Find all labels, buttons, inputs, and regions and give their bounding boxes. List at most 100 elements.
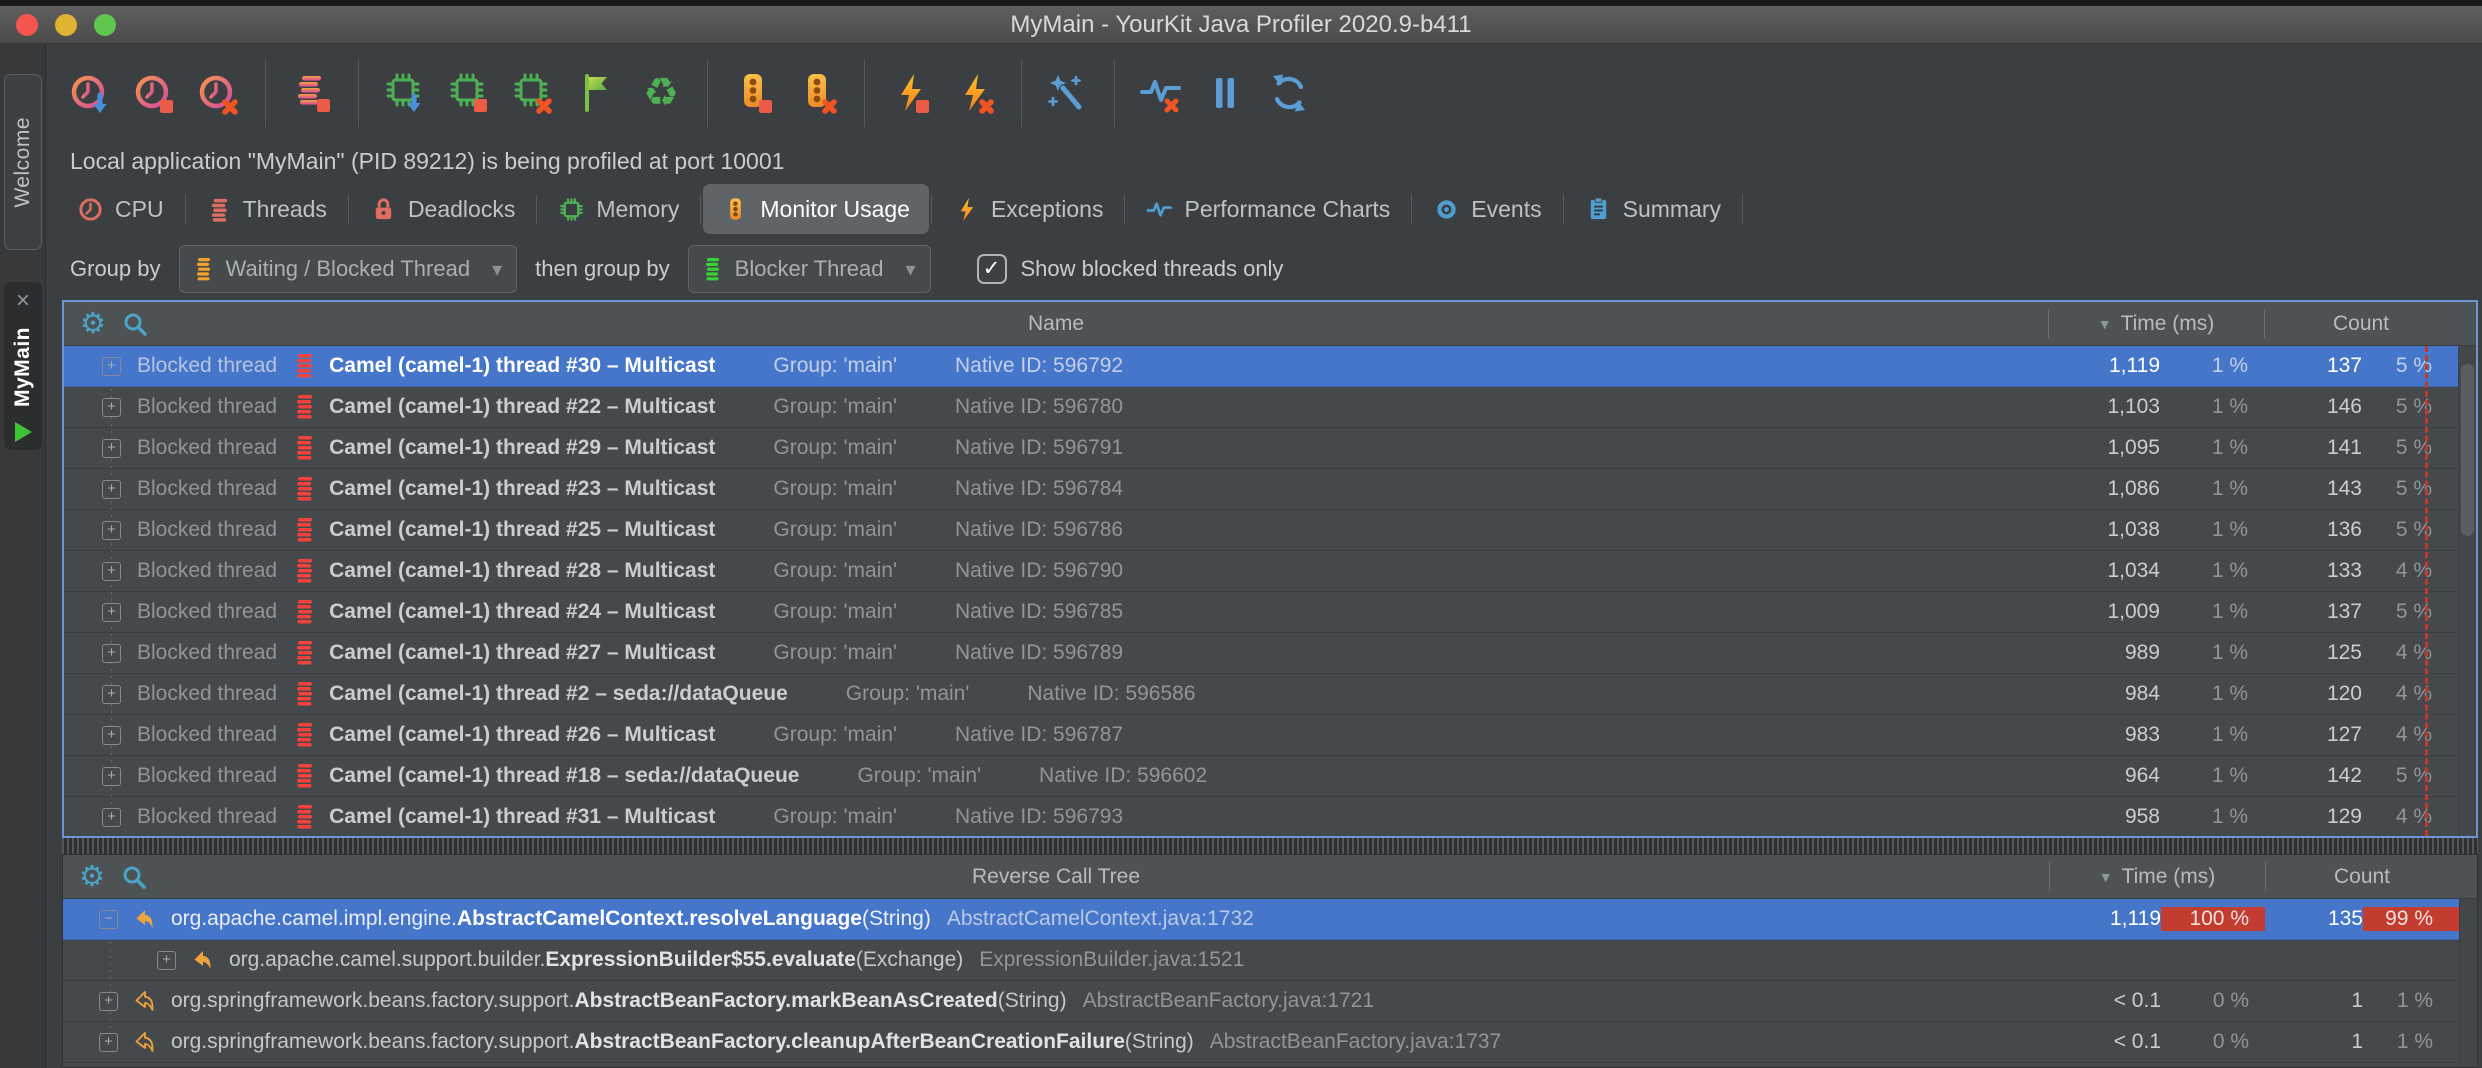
table-row[interactable]: Blocked thread Camel (camel-1) thread #3… [64,346,2458,387]
method-package: org.springframework.beans.factory.suppor… [171,989,574,1013]
expand-icon[interactable] [102,808,121,827]
stop-cpu-profiling-icon[interactable] [128,63,182,123]
expand-icon[interactable] [102,767,121,786]
table-row[interactable]: Blocked thread Camel (camel-1) thread #2… [64,469,2458,510]
start-allocation-recording-icon[interactable] [378,63,432,123]
tab-threads[interactable]: Threads [188,184,346,234]
zoom-button[interactable] [94,14,116,36]
session-sidebar: Welcome × MyMain [0,44,46,1068]
time-value: 989 [2048,641,2160,665]
tab-performance-charts[interactable]: Performance Charts [1127,184,1409,234]
expand-icon[interactable] [102,439,121,458]
stop-allocation-recording-icon[interactable] [442,63,496,123]
group-by-dropdown[interactable]: Waiting / Blocked Thread [179,245,518,293]
count-value: 136 [2264,518,2362,542]
pause-icon[interactable] [1198,63,1252,123]
vertical-scrollbar[interactable] [2459,899,2477,1067]
table-row[interactable]: Blocked thread Camel (camel-1) thread #2… [64,592,2458,633]
close-session-icon[interactable]: × [16,290,30,312]
clear-exception-results-icon[interactable] [948,63,1002,123]
vertical-scrollbar[interactable] [2458,346,2476,836]
table-row[interactable]: Blocked thread Camel (camel-1) thread #2… [64,715,2458,756]
call-tree-row[interactable]: org.springframework.beans.factory.suppor… [63,981,2459,1022]
search-icon[interactable] [121,864,147,890]
expand-icon[interactable] [102,398,121,417]
table-settings-gear-icon[interactable] [79,862,105,892]
panel-splitter[interactable] [62,838,2478,854]
sidebar-tab-mymain[interactable]: × MyMain [4,282,42,450]
expand-icon[interactable] [99,910,118,929]
expand-icon[interactable] [102,480,121,499]
stop-monitor-profiling-icon[interactable] [727,63,781,123]
call-tree-header[interactable]: Reverse Call Tree Time (ms) Count [63,855,2477,899]
sidebar-tab-welcome[interactable]: Welcome [4,74,42,250]
tab-deadlocks[interactable]: Deadlocks [351,184,534,234]
table-settings-gear-icon[interactable] [80,309,106,339]
stop-exception-profiling-icon[interactable] [884,63,938,123]
expand-icon[interactable] [99,992,118,1011]
table-row[interactable]: Blocked thread Camel (camel-1) thread #2… [64,551,2458,592]
minimize-button[interactable] [55,14,77,36]
expand-icon[interactable] [157,951,176,970]
threads-table-header[interactable]: Name Time (ms) Count [64,302,2476,346]
clear-cpu-results-icon[interactable] [192,63,246,123]
tab-events[interactable]: Events [1414,184,1560,234]
table-row[interactable]: Blocked thread Camel (camel-1) thread #2… [64,387,2458,428]
expand-icon[interactable] [102,521,121,540]
row-kind-label: Blocked thread [137,682,277,706]
search-icon[interactable] [122,311,148,337]
column-header-count[interactable]: Count [2265,855,2459,898]
monitor-traffic-light-icon [722,196,749,223]
row-kind-label: Blocked thread [137,395,277,419]
then-group-by-dropdown[interactable]: Blocker Thread [688,245,931,293]
expand-icon[interactable] [99,1033,118,1052]
table-row[interactable]: Blocked thread Camel (camel-1) thread #2… [64,428,2458,469]
refresh-icon[interactable] [1262,63,1316,123]
column-header-count[interactable]: Count [2264,302,2458,345]
tab-memory[interactable]: Memory [539,184,698,234]
inspections-wand-icon[interactable] [1041,63,1095,123]
thread-native-id: Native ID: 596791 [955,436,1123,460]
expand-icon[interactable] [102,685,121,704]
call-tree-row[interactable]: org.apache.camel.support.builder.Express… [63,940,2459,981]
mark-generation-flag-icon[interactable] [570,63,624,123]
tab-monitor-usage[interactable]: Monitor Usage [703,184,929,234]
clear-allocation-results-icon[interactable] [506,63,560,123]
table-row[interactable]: Blocked thread Camel (camel-1) thread #2… [64,510,2458,551]
tab-summary[interactable]: Summary [1566,184,1740,234]
title-bar[interactable]: MyMain - YourKit Java Profiler 2020.9-b4… [0,6,2482,44]
table-row[interactable]: Blocked thread Camel (camel-1) thread #1… [64,756,2458,797]
scrollbar-thumb[interactable] [2461,364,2474,536]
expand-icon[interactable] [102,726,121,745]
force-gc-icon[interactable]: ♻ [634,63,688,123]
count-value: 146 [2264,395,2362,419]
table-row[interactable]: Blocked thread Camel (camel-1) thread #3… [64,797,2458,836]
expand-icon[interactable] [102,357,121,376]
tab-exceptions[interactable]: Exceptions [934,184,1123,234]
show-blocked-only-checkbox[interactable] [977,254,1007,284]
show-blocked-only-option[interactable]: Show blocked threads only [977,254,1284,284]
expand-icon[interactable] [102,603,121,622]
window-controls [16,14,116,36]
column-header-name[interactable]: Name [64,312,2048,336]
tab-cpu[interactable]: CPU [58,184,183,234]
column-header-call-tree[interactable]: Reverse Call Tree [63,865,2049,889]
expand-icon[interactable] [102,562,121,581]
column-header-time[interactable]: Time (ms) [2049,855,2265,898]
clear-telemetry-icon[interactable] [1134,63,1188,123]
stop-thread-telemetry-icon[interactable] [285,63,339,123]
method-name: AbstractBeanFactory.markBeanAsCreated [574,989,997,1013]
time-percent: 0 % [2161,1030,2265,1054]
start-cpu-profiling-icon[interactable] [64,63,118,123]
clear-monitor-results-icon[interactable] [791,63,845,123]
close-button[interactable] [16,14,38,36]
column-header-time[interactable]: Time (ms) [2048,302,2264,345]
table-row[interactable]: Blocked thread Camel (camel-1) thread #2… [64,633,2458,674]
table-row[interactable]: Blocked thread Camel (camel-1) thread #2… [64,674,2458,715]
expand-icon[interactable] [102,644,121,663]
call-tree-row[interactable]: org.springframework.beans.factory.suppor… [63,1022,2459,1063]
tab-label: Threads [243,196,327,223]
tab-label: Performance Charts [1184,196,1390,223]
call-tree-row[interactable]: org.apache.camel.impl.engine.AbstractCam… [63,899,2459,940]
count-value: 137 [2264,354,2362,378]
